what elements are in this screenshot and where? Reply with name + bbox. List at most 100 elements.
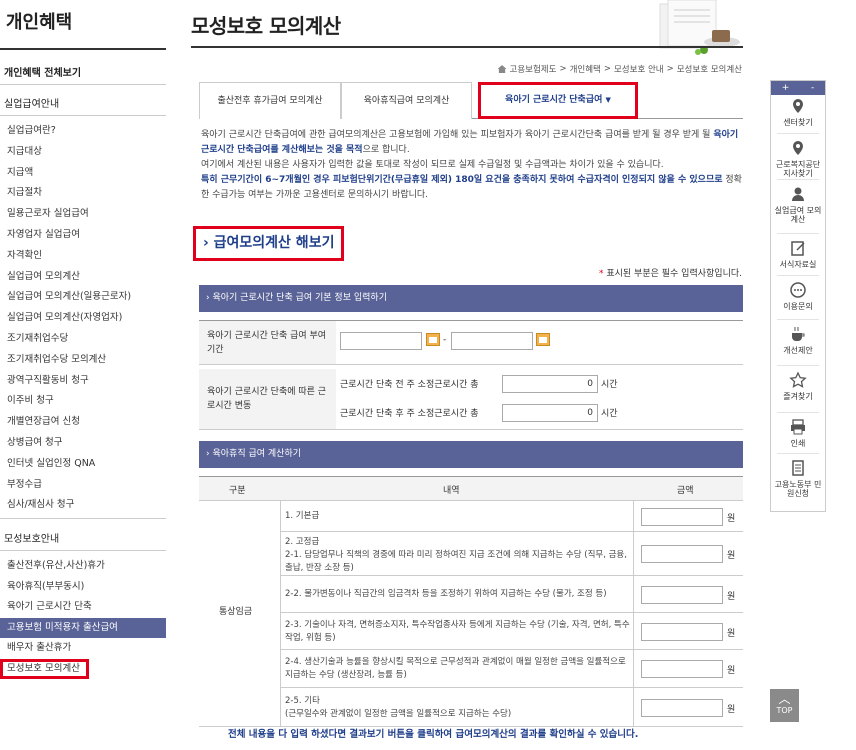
row-group-label: 통상임금 [219,607,253,617]
breadcrumb-sep: > [559,64,567,74]
sidebar-item[interactable]: 육아휴직(부부동시) [0,577,166,597]
calendar-icon[interactable] [536,333,550,346]
sidebar-item[interactable]: 육아기 근로시간 단축 [0,597,166,617]
wage-row-description: 2. 고정급 2-1. 담당업무나 직책의 경중에 따라 미리 정하여진 지급 … [285,537,627,573]
chevron-right-icon: › [206,449,210,459]
quick-menu-label: 고용노동부 민원신청 [774,480,822,498]
sidebar-item[interactable]: 조기재취업수당 [0,329,166,349]
hours-unit: 시간 [601,380,618,390]
sidebar-item[interactable]: 지급절차 [0,183,166,203]
document-icon [792,460,804,476]
quick-menu-forms-library[interactable]: 서식자료실 [771,239,825,269]
tab-maternity-leave-calc[interactable]: 출산전후 휴가급여 모의계산 [199,82,341,119]
quick-menu-label: 즐겨찾기 [783,392,813,401]
intro-text-part: 여기에서 계산된 내용은 사용자가 입력한 값을 토대로 작성이 되므로 실제 … [201,160,664,170]
sidebar-item[interactable]: 실업급여 모의계산(자영업자) [0,308,166,328]
sidebar-item[interactable]: 실업급여 모의계산(일용근로자) [0,287,166,307]
sidebar-item[interactable]: 자격확인 [0,246,166,266]
divider [777,275,819,276]
sidebar-item[interactable]: 지급대상 [0,142,166,162]
quick-menu-center-finder[interactable]: 센터찾기 [771,97,825,127]
date-separator: - [443,335,447,345]
wage-row-description: 2-3. 기술이나 자격, 면허증소지자, 특수작업종사자 등에게 지급하는 수… [285,619,630,643]
sidebar-item[interactable]: 고용보험 미적용자 출산급여 [0,617,166,638]
quick-menu-label: 센터찾기 [783,118,813,127]
chat-icon [790,282,806,298]
row-group-cell: 통상임금 [199,501,281,727]
breadcrumb-item[interactable]: 모성보호 안내 [614,63,664,75]
calc-heading-text: 급여모의계산 해보기 [213,235,335,251]
amount-input[interactable] [641,585,723,604]
tab-bar: 출산전후 휴가급여 모의계산 육아휴직급여 모의계산 육아기 근로시간 단축급여… [199,82,743,119]
title-underline [191,46,743,48]
wage-row-description: 2-2. 물가변동이나 직급간의 임금격차 등을 조정하기 위하여 지급하는 수… [285,589,607,599]
hours-after-input[interactable]: 0 [502,404,598,422]
breadcrumb-item[interactable]: 모성보호 모의계산 [677,63,742,75]
sidebar-item[interactable]: 실업급여란? [0,121,166,141]
quick-menu: + - 센터찾기근로복지공단 지사찾기실업급여 모의계산서식자료실이용문의개선제… [770,80,826,512]
sidebar-item[interactable]: 지급액 [0,163,166,183]
amount-input[interactable] [641,545,723,563]
quick-menu-ministry-petition[interactable]: 고용노동부 민원신청 [771,459,825,498]
amount-input[interactable] [641,698,723,717]
chevron-right-icon: › [206,293,210,303]
sidebar-item[interactable]: 실업급여 모의계산 [0,267,166,287]
sidebar-item[interactable]: 조기재취업수당 모의계산 [0,350,166,370]
quick-menu-unemployment-calc[interactable]: 실업급여 모의계산 [771,185,825,224]
home-icon[interactable] [497,65,507,73]
won-unit: 원 [727,513,736,524]
breadcrumb-item[interactable]: 개인혜택 [570,63,601,75]
sidebar-item[interactable]: 인터넷 실업인정 QNA [0,454,166,474]
sidebar-item[interactable]: 부정수급 [0,475,166,495]
divider [777,412,819,413]
period-end-date-input[interactable] [451,332,533,350]
sidebar-item[interactable]: 개별연장급여 신청 [0,412,166,432]
top-button-label: TOP [776,706,793,715]
hours-before-label: 근로시간 단축 전 주 소정근로시간 총 [340,380,479,390]
intro-text-part: 으로 합니다. [362,145,410,155]
quick-menu-favorites[interactable]: 즐겨찾기 [771,371,825,401]
breadcrumb-sep: > [603,64,611,74]
calendar-icon[interactable] [426,333,440,346]
tab-reduced-hours-calc[interactable]: 육아기 근로시간 단축급여 ▼ [478,82,638,119]
section-band-wage-calc: › 육아휴직 급여 계산하기 [199,441,743,468]
quick-menu-suggestion[interactable]: 개선제안 [771,325,825,355]
quick-menu-print[interactable]: 인쇄 [771,418,825,448]
sidebar-item[interactable]: 자영업자 실업급여 [0,225,166,245]
amount-input[interactable] [641,622,723,641]
amount-input[interactable] [641,660,723,678]
sidebar-item[interactable]: 광역구직활동비 청구 [0,371,166,391]
sidebar-section-unemployment[interactable]: 실업급여안내 [4,95,59,110]
amount-input[interactable] [641,507,723,526]
scroll-top-button[interactable]: ︿ TOP [770,689,799,722]
sidebar-item[interactable]: 모성보호 모의계산 [0,658,89,679]
won-unit: 원 [727,666,736,676]
star-icon [789,371,807,388]
sidebar-item[interactable]: 배우자 출산휴가 [0,638,166,658]
quick-menu-label: 개선제안 [783,346,813,355]
quick-menu-branch-finder[interactable]: 근로복지공단 지사찾기 [771,139,825,178]
sidebar-item[interactable]: 심사/재심사 청구 [0,495,166,515]
quick-menu-label: 서식자료실 [779,260,817,269]
sidebar-item[interactable]: 출산전후(유산,사산)휴가 [0,556,166,576]
expand-icon[interactable]: + [782,83,790,93]
sidebar-item[interactable]: 일용근로자 실업급여 [0,204,166,224]
divider [0,84,166,85]
hours-before-input[interactable]: 0 [502,375,598,393]
quick-menu-toggle: + - [771,81,825,95]
sidebar-item[interactable]: 상병급여 청구 [0,433,166,453]
band-label: 육아휴직 급여 계산하기 [212,449,302,459]
document-cup-illustration [659,0,740,55]
sidebar-item[interactable]: 이주비 청구 [0,391,166,411]
tab-childcare-leave-calc[interactable]: 육아휴직급여 모의계산 [341,82,472,119]
wage-row-description: 1. 기본급 [285,511,320,521]
sidebar-all-view[interactable]: 개인혜택 전체보기 [4,64,81,79]
sidebar-section-maternity[interactable]: 모성보호안내 [4,530,59,545]
breadcrumb-item[interactable]: 고용보험제도 [510,63,557,75]
printer-icon [791,419,805,435]
left-sidebar: 개인혜택 개인혜택 전체보기 실업급여안내 실업급여란? 지급대상 지급액 지급절차 일… [0,0,166,750]
divider [777,453,819,454]
collapse-icon[interactable]: - [811,83,814,93]
quick-menu-inquiry[interactable]: 이용문의 [771,281,825,311]
period-start-date-input[interactable] [340,332,422,350]
